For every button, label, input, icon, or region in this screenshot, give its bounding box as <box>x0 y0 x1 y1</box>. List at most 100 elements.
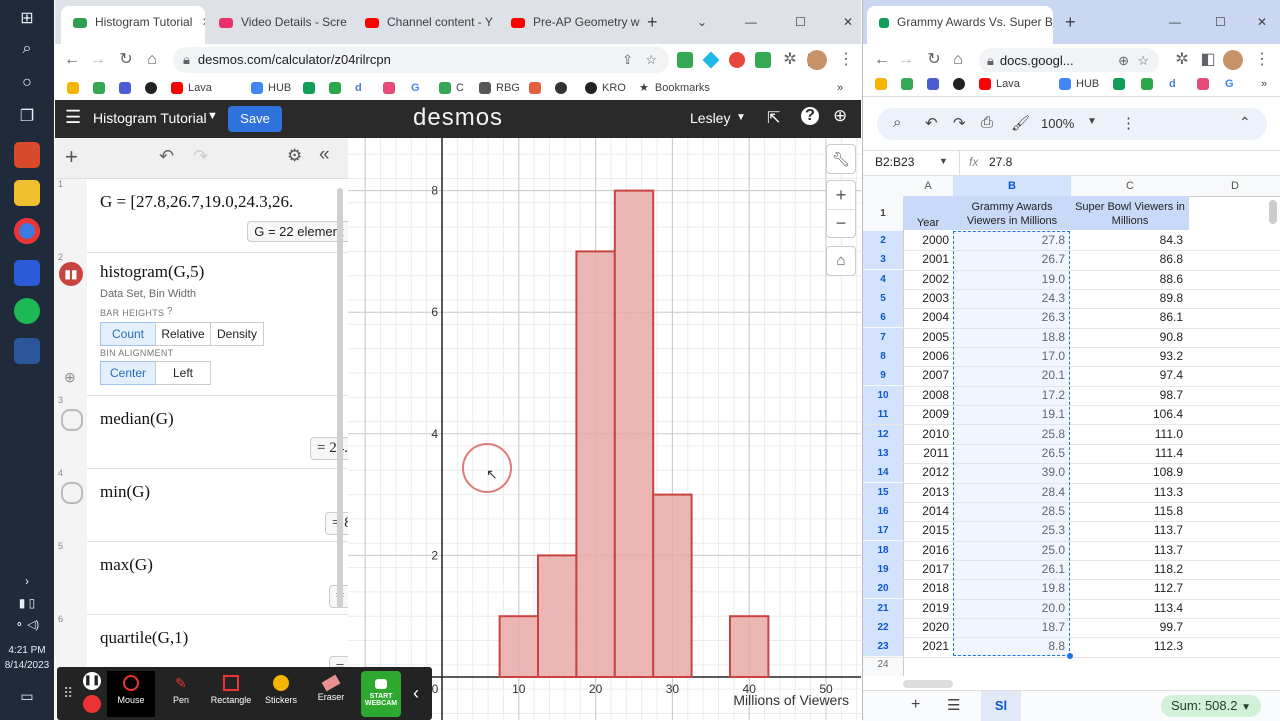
row-number[interactable]: 19 <box>863 559 903 579</box>
share-graph-icon[interactable]: ⇱ <box>767 108 780 128</box>
drag-handle-icon[interactable]: ⠿ <box>63 685 73 702</box>
row-number[interactable]: 3 <box>863 250 903 270</box>
row-number[interactable]: 21 <box>863 598 903 618</box>
year-cell[interactable]: 2018 <box>903 579 949 598</box>
home-icon[interactable]: ⌂ <box>139 44 165 76</box>
notification-icon[interactable]: ▭ <box>0 688 54 705</box>
table-row[interactable]: 7 2005 18.8 90.8 <box>863 327 1280 349</box>
name-box-dropdown-icon[interactable]: ▼ <box>939 156 948 166</box>
graph-paper[interactable]: 0 10 20 30 40 50 2 4 6 8 Millions of Viewers 🔧︎ + … <box>348 138 861 720</box>
bookmark-icon[interactable] <box>145 76 162 100</box>
year-cell[interactable]: 2013 <box>903 483 949 502</box>
network-volume-icons[interactable]: ⚬ ◁) <box>0 618 54 631</box>
row-number[interactable]: 23 <box>863 637 903 657</box>
table-row[interactable]: 10 2008 17.2 98.7 <box>863 385 1280 407</box>
row-number[interactable]: 1 <box>863 204 903 223</box>
row-number[interactable]: 13 <box>863 443 903 463</box>
user-dropdown-icon[interactable]: ▼ <box>736 112 746 123</box>
maximize-icon[interactable]: ☐ <box>1215 8 1231 36</box>
bookmark-d[interactable]: d <box>1169 72 1176 96</box>
bookmark-icon[interactable] <box>927 72 944 96</box>
bookmark-kro[interactable]: KRO <box>585 76 626 100</box>
bookmark-hub[interactable]: HUB <box>251 76 291 100</box>
expression-text[interactable]: max(G) <box>100 555 153 575</box>
add-sheet-icon[interactable]: + <box>911 696 920 714</box>
table-row[interactable]: 21 2019 20.0 113.4 <box>863 598 1280 619</box>
year-cell[interactable]: 2010 <box>903 425 949 444</box>
bookmark-icon[interactable] <box>529 76 546 100</box>
table-row[interactable]: 14 2012 39.0 108.9 <box>863 463 1280 484</box>
super-bowl-viewers-cell[interactable]: 84.3 <box>1071 231 1183 250</box>
tab-channel-content[interactable]: Channel content - Y <box>353 8 495 36</box>
stop-icon[interactable] <box>83 695 101 713</box>
bookmark-star-icon[interactable]: ☆ <box>1137 48 1149 74</box>
language-globe-icon[interactable]: ⊕ <box>833 106 847 126</box>
bookmark-icon[interactable] <box>303 76 320 100</box>
super-bowl-viewers-cell[interactable]: 99.7 <box>1071 618 1183 637</box>
new-tab-button[interactable]: + <box>647 8 669 36</box>
collapse-toolbar-icon[interactable]: ‹ <box>413 683 419 704</box>
bookmark-icon[interactable] <box>901 72 918 96</box>
undo-icon[interactable]: ↶ <box>159 146 174 167</box>
header-super-bowl-viewers[interactable]: Super Bowl Viewers in Millions <box>1075 200 1185 230</box>
minimize-icon[interactable]: — <box>1169 8 1185 36</box>
title-dropdown-icon[interactable]: ▼ <box>207 110 218 122</box>
super-bowl-viewers-cell[interactable]: 106.4 <box>1071 405 1183 424</box>
row-number[interactable]: 9 <box>863 366 903 386</box>
expression-text[interactable]: min(G) <box>100 482 150 502</box>
profile-avatar[interactable] <box>1223 50 1243 70</box>
column-header-d[interactable]: D <box>1189 176 1280 196</box>
bookmark-lava[interactable]: Lava <box>979 72 1020 96</box>
year-cell[interactable]: 2002 <box>903 270 949 289</box>
settings-gear-icon[interactable]: ⚙ <box>287 146 302 166</box>
histogram-color-icon[interactable]: ▮▮ <box>59 262 83 286</box>
bookmark-icon[interactable] <box>383 76 400 100</box>
row-number[interactable]: 18 <box>863 540 903 560</box>
tab-grammy-sheet[interactable]: Grammy Awards Vs. Super Bo ✕ <box>867 6 1053 44</box>
clock-time[interactable]: 4:21 PM <box>0 645 54 656</box>
table-row[interactable]: 5 2003 24.3 89.8 <box>863 289 1280 310</box>
extension-check-icon[interactable] <box>755 52 771 68</box>
table-row[interactable]: 11 2009 19.1 106.4 <box>863 405 1280 426</box>
table-row[interactable]: 16 2014 28.5 115.8 <box>863 501 1280 523</box>
row-number[interactable]: 11 <box>863 405 903 425</box>
start-webcam-button[interactable]: START WEBCAM <box>361 671 401 717</box>
horizontal-scrollbar[interactable] <box>903 680 953 688</box>
close-window-icon[interactable]: ✕ <box>843 8 859 36</box>
sheets-address-bar[interactable]: 🔒︎ docs.googl... ⊕ ☆ <box>979 48 1159 74</box>
table-row[interactable]: 6 2004 26.3 86.1 <box>863 308 1280 329</box>
super-bowl-viewers-cell[interactable]: 111.4 <box>1071 444 1183 463</box>
super-bowl-viewers-cell[interactable]: 113.7 <box>1071 521 1183 540</box>
table-row[interactable]: 12 2010 25.8 111.0 <box>863 424 1280 445</box>
bookmark-d[interactable]: d <box>355 76 362 100</box>
tab-histogram-tutorial[interactable]: Histogram Tutorial ✕ <box>61 6 205 44</box>
add-item-icon[interactable]: + <box>65 144 78 170</box>
bookmark-g[interactable]: G <box>1225 72 1234 96</box>
super-bowl-viewers-cell[interactable]: 113.4 <box>1071 599 1183 618</box>
spreadsheet-grid[interactable]: A B C D 1 Year Grammy Awards Viewers in … <box>863 176 1280 676</box>
graph-title[interactable]: Histogram Tutorial <box>93 110 207 126</box>
super-bowl-viewers-cell[interactable]: 113.3 <box>1071 483 1183 502</box>
app-r-icon[interactable] <box>14 260 40 286</box>
row-number[interactable]: 22 <box>863 618 903 637</box>
year-cell[interactable]: 2012 <box>903 463 949 482</box>
bookmark-icon[interactable] <box>875 72 892 96</box>
back-icon[interactable]: ← <box>59 44 85 76</box>
pen-tool[interactable]: ✎ Pen <box>157 671 205 717</box>
year-cell[interactable]: 2005 <box>903 328 949 347</box>
bookmarks-overflow-icon[interactable]: » <box>1261 72 1267 96</box>
expression-text[interactable]: G = [27.8,26.7,19.0,24.3,26. <box>100 192 305 212</box>
bookmark-star-icon[interactable]: ☆ <box>645 47 657 73</box>
bookmark-folder[interactable]: ★ Bookmarks <box>639 76 710 100</box>
table-row[interactable]: 13 2011 26.5 111.4 <box>863 443 1280 465</box>
help-icon[interactable]: ? <box>801 107 819 125</box>
name-box[interactable]: B2:B23 <box>875 155 914 169</box>
table-row[interactable]: 9 2007 20.1 97.4 <box>863 366 1280 387</box>
row-number[interactable]: 5 <box>863 289 903 309</box>
chevron-up-icon[interactable]: › <box>0 574 54 588</box>
maximize-icon[interactable]: ☐ <box>795 8 815 36</box>
system-tray-icons[interactable]: ▮ ▯ <box>0 596 54 610</box>
spotify-icon[interactable] <box>14 298 40 324</box>
year-cell[interactable]: 2003 <box>903 289 949 308</box>
pause-icon[interactable]: ❚❚ <box>83 672 101 690</box>
